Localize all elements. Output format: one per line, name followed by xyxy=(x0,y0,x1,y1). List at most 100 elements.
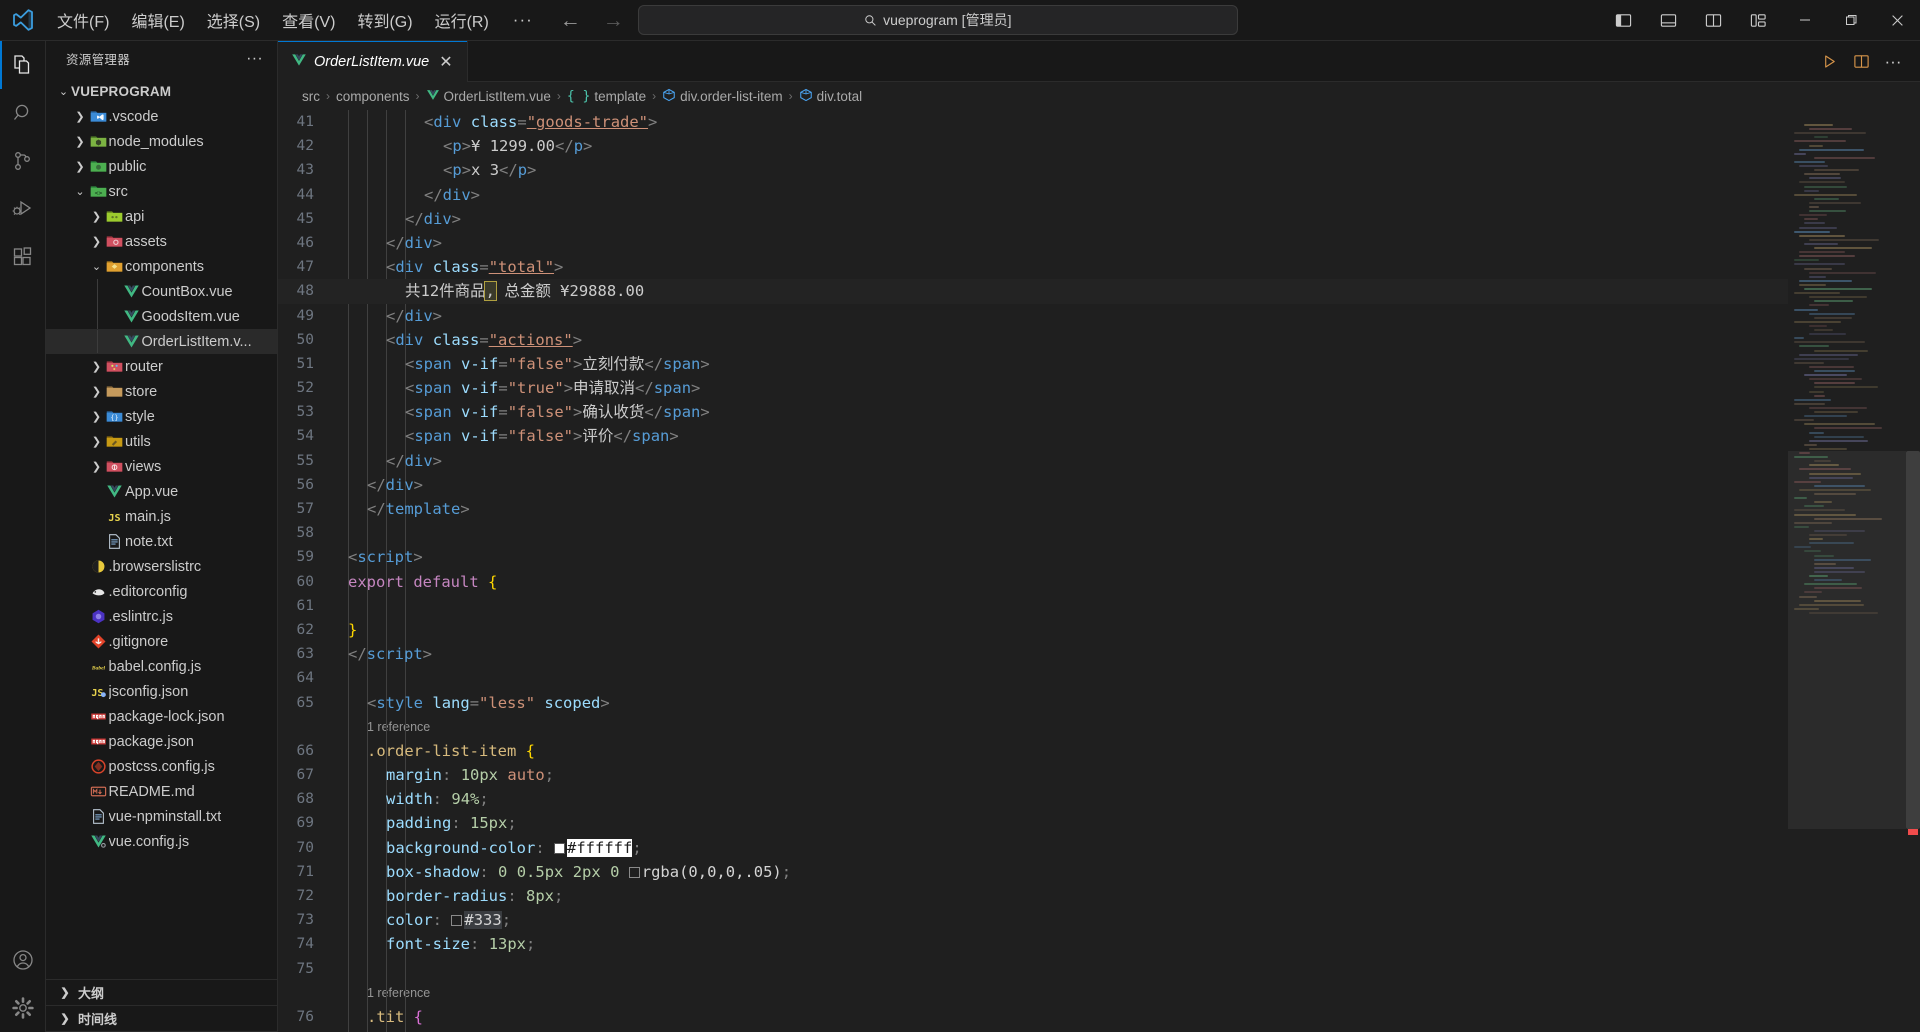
tree-item-folder-views[interactable]: ❯ views xyxy=(46,454,277,479)
code-line-text[interactable]: <style lang="less" scoped> xyxy=(340,691,610,715)
code-line[interactable]: 60 export default { xyxy=(278,570,1788,594)
line-number[interactable]: 73 xyxy=(278,908,340,932)
codelens-reference[interactable]: 0 1 reference xyxy=(278,715,1788,739)
line-number[interactable]: 65 xyxy=(278,691,340,715)
close-icon[interactable]: ✕ xyxy=(436,52,455,72)
menu-run[interactable]: 运行(R) xyxy=(424,4,500,36)
error-marker[interactable] xyxy=(1908,829,1918,836)
code-line[interactable]: 71 box-shadow: 0 0.5px 2px 0 rgba(0,0,0,.… xyxy=(278,860,1788,884)
code-line[interactable]: 46 </div> xyxy=(278,231,1788,255)
code-line[interactable]: 69 padding: 15px; xyxy=(278,811,1788,835)
line-number[interactable]: 74 xyxy=(278,932,340,956)
chevron-right-icon[interactable]: ❯ xyxy=(73,110,88,123)
tab-orderlistitem-vue[interactable]: OrderListItem.vue ✕ xyxy=(278,41,468,82)
code-line[interactable]: 67 margin: 10px auto; xyxy=(278,763,1788,787)
breadcrumb-item-src[interactable]: src xyxy=(302,89,320,104)
code-line-text[interactable]: </div> xyxy=(340,473,423,497)
split-editor-icon[interactable] xyxy=(1846,46,1876,76)
code-line[interactable]: 64 xyxy=(278,666,1788,690)
code-line-text[interactable]: </template> xyxy=(340,497,470,521)
minimap[interactable] xyxy=(1788,110,1906,1032)
code-line-text[interactable]: <span v-if="false">评价</span> xyxy=(340,424,679,448)
code-line[interactable]: 62} xyxy=(278,618,1788,642)
code-line-text[interactable]: <p>¥ 1299.00</p> xyxy=(340,134,592,158)
code-line[interactable]: 70 background-color: #ffffff; xyxy=(278,836,1788,860)
chevron-right-icon[interactable]: ❯ xyxy=(89,410,104,423)
line-number[interactable]: 66 xyxy=(278,739,340,763)
line-number[interactable]: 55 xyxy=(278,449,340,473)
maximize-button[interactable] xyxy=(1828,0,1874,40)
code-line-text[interactable]: border-radius: 8px; xyxy=(340,884,563,908)
tree-item-file-eslintrc-js[interactable]: ❯.eslintrc.js xyxy=(46,604,277,629)
accounts-icon[interactable] xyxy=(0,936,46,984)
line-number[interactable]: 67 xyxy=(278,763,340,787)
code-line[interactable]: 66 .order-list-item { xyxy=(278,739,1788,763)
code-line[interactable]: 51 <span v-if="false">立刻付款</span> xyxy=(278,352,1788,376)
code-line[interactable]: 73 color: #333; xyxy=(278,908,1788,932)
code-line-text[interactable]: font-size: 13px; xyxy=(340,932,535,956)
chevron-down-icon[interactable]: ⌄ xyxy=(89,260,104,273)
line-number[interactable]: 75 xyxy=(278,957,340,981)
line-number[interactable]: 72 xyxy=(278,884,340,908)
code-line-text[interactable]: </div> xyxy=(340,231,442,255)
breadcrumb-item-div-total[interactable]: div.total xyxy=(799,88,862,105)
line-number[interactable]: 71 xyxy=(278,860,340,884)
tree-item-file-readme-md[interactable]: ❯README.md xyxy=(46,779,277,804)
line-number[interactable]: 48 xyxy=(278,279,340,303)
code-line[interactable]: 52 <span v-if="true">申请取消</span> xyxy=(278,376,1788,400)
line-number[interactable]: 64 xyxy=(278,666,340,690)
line-number[interactable]: 45 xyxy=(278,207,340,231)
code-line-text[interactable]: <script> xyxy=(340,545,423,569)
tree-item-file-gitignore[interactable]: ❯.gitignore xyxy=(46,629,277,654)
line-number[interactable]: 50 xyxy=(278,328,340,352)
tree-item-folder-vscode[interactable]: ❯ .vscode xyxy=(46,104,277,129)
code-line[interactable]: 41 <div class="goods-trade"> xyxy=(278,110,1788,134)
line-number[interactable]: 44 xyxy=(278,183,340,207)
code-line[interactable]: 76 .tit { xyxy=(278,1005,1788,1029)
code-line[interactable]: 74 font-size: 13px; xyxy=(278,932,1788,956)
code-line-text[interactable]: <div class="goods-trade"> xyxy=(340,110,657,134)
line-number[interactable]: 46 xyxy=(278,231,340,255)
explorer-icon[interactable] xyxy=(0,41,46,89)
code-line-text[interactable]: color: #333; xyxy=(340,908,511,932)
code-line-text[interactable]: .order-list-item { xyxy=(340,739,535,763)
more-actions-icon[interactable]: ··· xyxy=(1878,46,1908,76)
code-line[interactable]: 58 xyxy=(278,521,1788,545)
tree-item-file-browserslistrc[interactable]: ❯.browserslistrc xyxy=(46,554,277,579)
overview-ruler[interactable] xyxy=(1906,110,1920,1032)
line-number[interactable]: 49 xyxy=(278,304,340,328)
line-number[interactable]: 76 xyxy=(278,1005,340,1029)
line-number[interactable]: 51 xyxy=(278,352,340,376)
code-line[interactable]: 75 xyxy=(278,957,1788,981)
menu-go[interactable]: 转到(G) xyxy=(346,4,423,36)
run-code-icon[interactable] xyxy=(1814,46,1844,76)
code-line[interactable]: 56 </div> xyxy=(278,473,1788,497)
code-line[interactable]: 68 width: 94%; xyxy=(278,787,1788,811)
code-line-text[interactable]: </script> xyxy=(340,642,432,666)
code-line[interactable]: 53 <span v-if="false">确认收货</span> xyxy=(278,400,1788,424)
codelens-label[interactable]: 1 reference xyxy=(359,715,430,739)
tree-item-file-main-js[interactable]: ❯JSmain.js xyxy=(46,504,277,529)
tree-item-file-package-json[interactable]: ❯package.json xyxy=(46,729,277,754)
code-line-text[interactable]: <div class="actions"> xyxy=(340,328,582,352)
code-line[interactable]: 49 </div> xyxy=(278,304,1788,328)
code-line[interactable]: 42 <p>¥ 1299.00</p> xyxy=(278,134,1788,158)
line-number[interactable]: 68 xyxy=(278,787,340,811)
toggle-panel-icon[interactable] xyxy=(1650,5,1686,35)
code-line-current[interactable]: 48 共12件商品, 总金额 ¥29888.00 xyxy=(278,279,1788,304)
code-line[interactable]: 65 <style lang="less" scoped> xyxy=(278,691,1788,715)
line-number[interactable]: 53 xyxy=(278,400,340,424)
line-number[interactable]: 54 xyxy=(278,424,340,448)
tree-item-file-vue-npminstall-txt[interactable]: ❯vue-npminstall.txt xyxy=(46,804,277,829)
code-line-text[interactable]: 共12件商品, 总金额 ¥29888.00 xyxy=(340,279,644,303)
close-button[interactable] xyxy=(1874,0,1920,40)
tree-item-folder-api[interactable]: ❯ api xyxy=(46,204,277,229)
code-line-text[interactable]: <span v-if="false">立刻付款</span> xyxy=(340,352,710,376)
code-line[interactable]: 43 <p>x 3</p> xyxy=(278,158,1788,182)
run-and-debug-icon[interactable] xyxy=(0,185,46,233)
tree-item-folder-components[interactable]: ⌄ components xyxy=(46,254,277,279)
chevron-down-icon[interactable]: ⌄ xyxy=(73,185,88,198)
code-line-text[interactable]: </div> xyxy=(340,183,480,207)
code-line-text[interactable]: <div class="total"> xyxy=(340,255,563,279)
source-control-icon[interactable] xyxy=(0,137,46,185)
